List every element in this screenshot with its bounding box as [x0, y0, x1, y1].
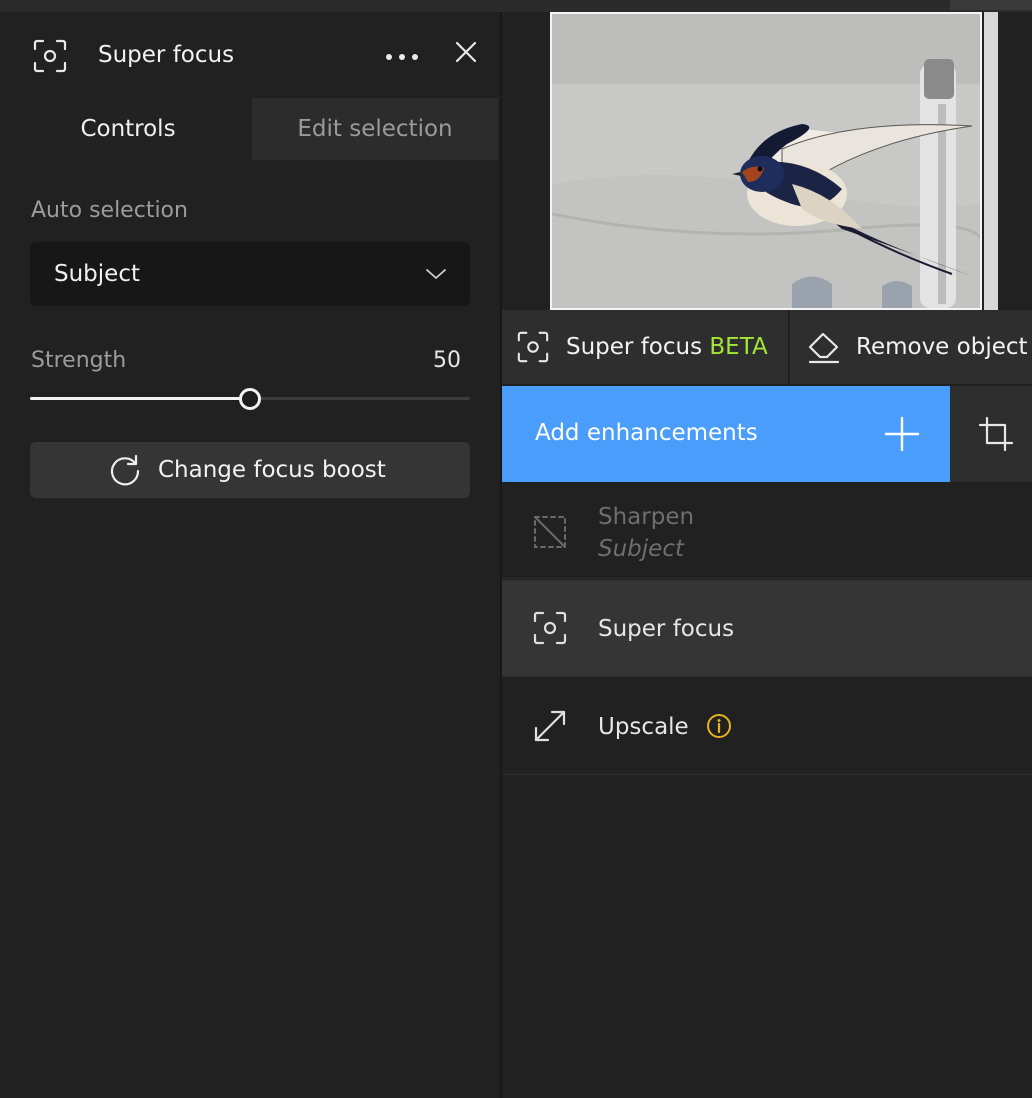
list-item-super-focus[interactable]: Super focus — [502, 580, 1032, 677]
change-focus-boost-label: Change focus boost — [158, 457, 386, 483]
eraser-icon — [808, 332, 840, 364]
sharpen-sublabel: Subject — [598, 536, 684, 562]
bird-photo — [552, 14, 980, 308]
tab-controls[interactable]: Controls — [4, 98, 252, 160]
thumbnail-next-edge — [984, 12, 998, 310]
top-bar-segment — [950, 0, 1032, 10]
super-focus-panel: Super focus Controls Edit selection Auto… — [0, 12, 500, 1098]
change-focus-boost-button[interactable]: Change focus boost — [30, 442, 470, 498]
sharpen-disabled-icon — [534, 516, 566, 548]
tool-remove-object[interactable]: Remove object — [790, 310, 1032, 384]
crop-button[interactable] — [950, 386, 1032, 482]
strength-label: Strength — [31, 348, 127, 373]
upscale-icon — [534, 710, 566, 742]
slider-thumb[interactable] — [239, 388, 261, 410]
super-focus-icon — [533, 611, 567, 645]
image-thumbnail[interactable] — [550, 12, 982, 310]
strength-value: 50 — [433, 348, 461, 373]
tool-tabs: Super focus BETA Remove object — [502, 310, 1032, 384]
auto-selection-label: Auto selection — [31, 198, 188, 223]
upscale-label: Upscale — [598, 714, 689, 740]
more-options-icon[interactable] — [382, 44, 422, 68]
list-item-upscale[interactable]: Upscale — [502, 678, 1032, 775]
refresh-icon — [110, 454, 140, 486]
tool-super-focus[interactable]: Super focus BETA — [502, 310, 788, 384]
tab-edit-selection[interactable]: Edit selection — [252, 98, 498, 160]
strength-slider[interactable] — [30, 388, 470, 410]
enhancements-panel: Super focus BETA Remove object Add enhan… — [502, 12, 1032, 1098]
auto-selection-value: Subject — [54, 261, 140, 287]
super-focus-icon — [517, 331, 549, 363]
chevron-down-icon — [426, 269, 446, 279]
beta-badge: BETA — [709, 334, 768, 360]
add-enhancements-button[interactable]: Add enhancements — [502, 386, 950, 482]
add-enhancements-row: Add enhancements — [502, 386, 1032, 482]
super-focus-icon — [33, 39, 67, 73]
crop-icon — [978, 416, 1014, 452]
panel-tabs: Controls Edit selection — [4, 98, 498, 160]
top-bar — [0, 0, 1032, 12]
list-item-sharpen[interactable]: Sharpen Subject — [502, 482, 1032, 579]
sharpen-label: Sharpen — [598, 504, 695, 530]
auto-selection-dropdown[interactable]: Subject — [30, 242, 470, 306]
slider-fill — [30, 397, 250, 400]
info-icon[interactable] — [706, 713, 732, 739]
panel-title: Super focus — [98, 42, 235, 68]
super-focus-item-label: Super focus — [598, 616, 735, 642]
tool-super-focus-label: Super focus BETA — [566, 334, 768, 360]
plus-icon — [884, 416, 920, 452]
close-icon[interactable] — [452, 38, 480, 66]
panel-header: Super focus — [4, 22, 500, 99]
add-enhancements-label: Add enhancements — [535, 420, 758, 446]
tool-remove-object-label: Remove object — [856, 334, 1028, 360]
